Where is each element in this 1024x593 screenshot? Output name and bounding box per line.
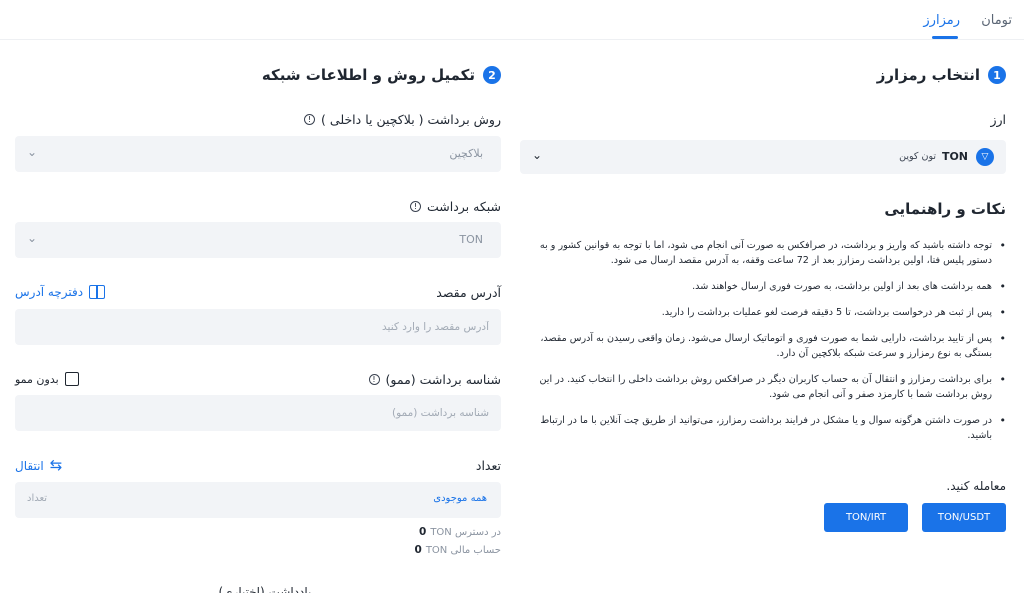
- step2-number: 2: [483, 66, 501, 84]
- info-icon[interactable]: !: [368, 374, 380, 385]
- select-crypto-section: 1 انتخاب رمزارز ارز ▽ TON تون کوین ⌄ نکا…: [520, 40, 1006, 593]
- tip-item: توجه داشته باشید که واریز و برداشت، در ص…: [520, 238, 1006, 268]
- method-label: روش برداشت ( بلاکچین یا داخلی ): [321, 112, 501, 127]
- financial-label: حساب مالی TON: [425, 544, 501, 556]
- trade-ton-irt-button[interactable]: TON/IRT: [824, 503, 908, 532]
- step2-header: 2 تکمیل روش و اطلاعات شبکه: [262, 66, 501, 84]
- address-book-label: دفترچه آدرس: [15, 285, 84, 299]
- info-icon[interactable]: !: [410, 201, 421, 212]
- coin-name: تون کوین: [899, 151, 936, 162]
- amount-placeholder: تعداد: [27, 493, 48, 504]
- financial-value: 0: [414, 544, 422, 556]
- currency-tabs: تومان رمزارز: [0, 0, 1024, 40]
- memo-field[interactable]: [15, 395, 501, 431]
- all-balance-button[interactable]: همه موجودی: [433, 493, 487, 504]
- trade-label: معامله کنید.: [946, 479, 1006, 493]
- no-memo-checkbox[interactable]: [64, 372, 79, 386]
- memo-input[interactable]: [15, 395, 501, 431]
- tab-crypto[interactable]: رمزارز: [923, 13, 960, 28]
- available-value: 0: [419, 526, 427, 538]
- tip-item: برای برداشت رمزارز و انتقال آن به حساب ک…: [520, 372, 1006, 402]
- tip-item: همه برداشت های بعد از اولین برداشت، به ص…: [520, 279, 1006, 294]
- available-balance: در دسترس TON 0: [419, 526, 501, 538]
- tips-list: توجه داشته باشید که واریز و برداشت، در ص…: [520, 238, 1006, 454]
- network-value: TON: [459, 233, 483, 246]
- chevron-down-icon: ⌄: [27, 145, 38, 159]
- chevron-down-icon: ⌄: [204, 585, 215, 593]
- amount-field[interactable]: همه موجودی تعداد: [15, 482, 501, 518]
- step1-header: 1 انتخاب رمزارز: [877, 66, 1006, 84]
- network-info-section: 2 تکمیل روش و اطلاعات شبکه روش برداشت ( …: [15, 40, 501, 593]
- step2-title: تکمیل روش و اطلاعات شبکه: [261, 66, 475, 84]
- financial-balance: حساب مالی TON 0: [415, 544, 502, 556]
- network-label-row: شبکه برداشت !: [410, 199, 501, 214]
- network-select[interactable]: TON ⌄: [15, 222, 501, 258]
- info-icon[interactable]: !: [304, 114, 316, 125]
- note-label: یادداشت (اختیاری): [218, 585, 312, 593]
- tips-title: نکات و راهنمایی: [884, 200, 1006, 218]
- trade-ton-usdt-button[interactable]: TON/USDT: [922, 503, 1006, 532]
- tip-item: پس از تایید برداشت، دارایی شما به صورت ف…: [520, 331, 1006, 361]
- no-memo-label: بدون ممو: [15, 372, 59, 386]
- ton-icon: ▽: [976, 148, 994, 166]
- amount-label: تعداد: [475, 458, 501, 473]
- address-label: آدرس مقصد: [436, 285, 501, 300]
- coin-select[interactable]: ▽ TON تون کوین ⌄: [520, 140, 1006, 174]
- currency-label: ارز: [990, 112, 1006, 127]
- method-select[interactable]: بلاکچین ⌄: [15, 136, 501, 172]
- memo-label: شناسه برداشت (ممو): [385, 372, 501, 387]
- chevron-down-icon: ⌄: [532, 148, 543, 162]
- memo-label-row: شناسه برداشت (ممو) !: [368, 372, 501, 387]
- coin-symbol: TON: [941, 150, 968, 163]
- chevron-down-icon: ⌄: [27, 231, 38, 245]
- available-label: در دسترس TON: [430, 526, 501, 538]
- transfer-link[interactable]: ⇆ انتقال: [15, 458, 62, 473]
- address-input[interactable]: [15, 309, 501, 345]
- tip-item: در صورت داشتن هرگونه سوال و یا مشکل در ف…: [520, 413, 1006, 443]
- step1-title: انتخاب رمزارز: [876, 66, 980, 84]
- address-book-link[interactable]: دفترچه آدرس: [15, 285, 106, 299]
- method-value: بلاکچین: [449, 147, 483, 160]
- tip-item: پس از ثبت هر درخواست برداشت، تا 5 دقیقه …: [520, 305, 1006, 320]
- address-field[interactable]: [15, 309, 501, 345]
- note-toggle[interactable]: یادداشت (اختیاری) ⌄: [15, 585, 501, 593]
- no-memo-option[interactable]: بدون ممو: [15, 372, 79, 386]
- transfer-label: انتقال: [15, 458, 44, 473]
- swap-icon: ⇆: [49, 456, 63, 474]
- active-tab-indicator: [932, 36, 958, 39]
- tab-toman[interactable]: تومان: [981, 13, 1012, 28]
- book-icon: [89, 285, 106, 299]
- method-label-row: روش برداشت ( بلاکچین یا داخلی ) !: [304, 112, 501, 127]
- network-label: شبکه برداشت: [427, 199, 501, 214]
- step1-number: 1: [988, 66, 1006, 84]
